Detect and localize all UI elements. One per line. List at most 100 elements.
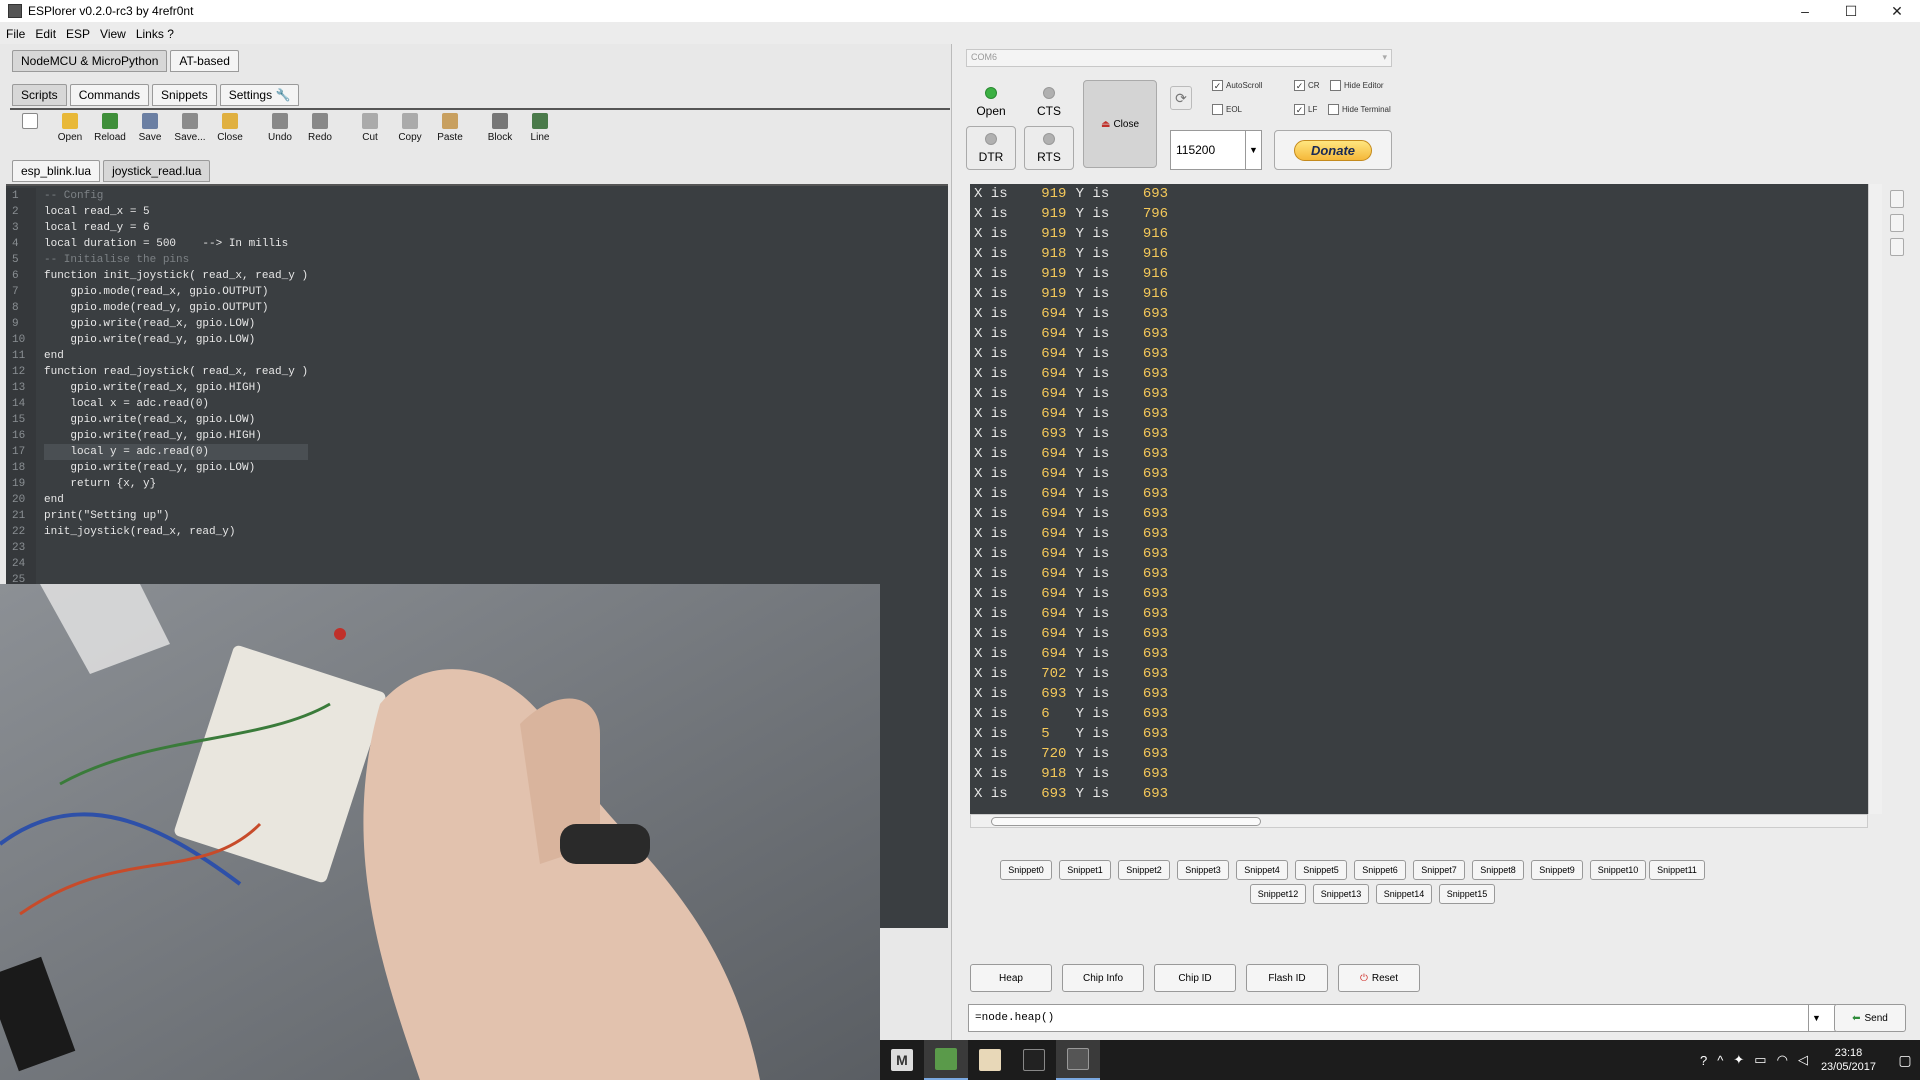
chip-id-button[interactable]: Chip ID <box>1154 964 1236 992</box>
tab-at-based[interactable]: AT-based <box>170 50 239 72</box>
close-port-button[interactable]: ⏏ Close <box>1083 80 1157 168</box>
code-line[interactable]: function init_joystick( read_x, read_y ) <box>44 268 308 284</box>
code-line[interactable]: end <box>44 492 308 508</box>
snippet-button-3[interactable]: Snippet3 <box>1177 860 1229 880</box>
code-line[interactable]: gpio.write(read_x, gpio.LOW) <box>44 412 308 428</box>
menu-view[interactable]: View <box>100 27 126 41</box>
snippet-button-2[interactable]: Snippet2 <box>1118 860 1170 880</box>
com-port-select[interactable]: COM6 ▾ <box>966 49 1392 67</box>
taskbar-app-esplorer[interactable] <box>924 1040 968 1080</box>
code-line[interactable]: function read_joystick( read_x, read_y ) <box>44 364 308 380</box>
baud-rate-select[interactable]: 115200 ▼ <box>1170 130 1262 170</box>
code-line[interactable]: gpio.mode(read_x, gpio.OUTPUT) <box>44 284 308 300</box>
copy-button[interactable]: Copy <box>390 113 430 150</box>
code-line[interactable]: gpio.write(read_x, gpio.LOW) <box>44 316 308 332</box>
side-button-3[interactable] <box>1890 238 1904 256</box>
menu-edit[interactable]: Edit <box>35 27 56 41</box>
close-window-button[interactable]: ✕ <box>1874 0 1920 22</box>
snippet-button-15[interactable]: Snippet15 <box>1439 884 1495 904</box>
block-button[interactable]: Block <box>480 113 520 150</box>
code-line[interactable]: -- Config <box>44 188 308 204</box>
code-line[interactable]: local read_y = 6 <box>44 220 308 236</box>
code-line[interactable]: local x = adc.read(0) <box>44 396 308 412</box>
open-button[interactable]: Open <box>966 80 1016 124</box>
cr-checkbox[interactable]: ✓ CR <box>1294 80 1320 91</box>
snippet-button-7[interactable]: Snippet7 <box>1413 860 1465 880</box>
cut-button[interactable]: Cut <box>350 113 390 150</box>
undo-button[interactable]: Undo <box>260 113 300 150</box>
hide-terminal-checkbox[interactable]: Hide Terminal <box>1328 104 1391 115</box>
taskbar-app-files[interactable] <box>968 1040 1012 1080</box>
code-line[interactable]: end <box>44 348 308 364</box>
tab-commands[interactable]: Commands <box>69 84 150 106</box>
help-icon[interactable]: ? <box>1700 1053 1707 1068</box>
code-line[interactable]: gpio.write(read_y, gpio.LOW) <box>44 332 308 348</box>
autoscroll-checkbox[interactable]: ✓ AutoScroll <box>1212 80 1262 91</box>
tab-settings[interactable]: Settings 🔧 <box>219 84 300 106</box>
snippet-button-13[interactable]: Snippet13 <box>1313 884 1369 904</box>
code-line[interactable]: gpio.mode(read_y, gpio.OUTPUT) <box>44 300 308 316</box>
snippet-button-8[interactable]: Snippet8 <box>1472 860 1524 880</box>
taskbar-app-m[interactable]: M <box>880 1040 924 1080</box>
snippet-button-1[interactable]: Snippet1 <box>1059 860 1111 880</box>
taskbar-app-video[interactable] <box>1056 1040 1100 1080</box>
code-line[interactable]: gpio.write(read_x, gpio.HIGH) <box>44 380 308 396</box>
file-tab-esp-blink[interactable]: esp_blink.lua <box>12 160 101 182</box>
lf-checkbox[interactable]: ✓ LF <box>1294 104 1317 115</box>
chip-info-button[interactable]: Chip Info <box>1062 964 1144 992</box>
code-line[interactable]: -- Initialise the pins <box>44 252 308 268</box>
code-area[interactable]: -- Config local read_x = 5 local read_y = … <box>44 188 309 540</box>
volume-icon[interactable]: ◁ <box>1798 1052 1808 1068</box>
code-line[interactable]: local y = adc.read(0) <box>44 444 309 460</box>
tab-nodemcu[interactable]: NodeMCU & MicroPython <box>12 50 168 72</box>
snippet-button-9[interactable]: Snippet9 <box>1531 860 1583 880</box>
menu-file[interactable]: File <box>6 27 25 41</box>
serial-terminal[interactable]: X is 919 Y is 693 X is 919 Y is 796 X is 9… <box>970 184 1868 814</box>
paste-button[interactable]: Paste <box>430 113 470 150</box>
dropbox-icon[interactable]: ✦ <box>1733 1052 1744 1068</box>
terminal-vertical-scrollbar[interactable] <box>1868 184 1882 814</box>
clock[interactable]: 23:18 23/05/2017 <box>1821 1046 1876 1074</box>
code-line[interactable]: local read_x = 5 <box>44 204 308 220</box>
maximize-button[interactable]: ☐ <box>1828 0 1874 22</box>
dtr-button[interactable]: DTR <box>966 126 1016 170</box>
snippet-button-11[interactable]: Snippet11 <box>1649 860 1705 880</box>
save-button[interactable]: Save <box>130 113 170 150</box>
taskbar-app-terminal[interactable] <box>1012 1040 1056 1080</box>
menu-esp[interactable]: ESP <box>66 27 90 41</box>
code-line[interactable]: local duration = 500 --> In millis <box>44 236 308 252</box>
flash-id-button[interactable]: Flash ID <box>1246 964 1328 992</box>
snippet-button-5[interactable]: Snippet5 <box>1295 860 1347 880</box>
hide-editor-checkbox[interactable]: Hide Editor <box>1330 80 1384 91</box>
line-button[interactable]: Line <box>520 113 560 150</box>
refresh-ports-button[interactable]: ⟳ <box>1170 86 1192 110</box>
snippet-button-6[interactable]: Snippet6 <box>1354 860 1406 880</box>
code-line[interactable]: init_joystick(read_x, read_y) <box>44 524 308 540</box>
snippet-button-4[interactable]: Snippet4 <box>1236 860 1288 880</box>
new-file-button[interactable] <box>10 113 50 150</box>
notification-icon[interactable]: ▢ <box>1890 1052 1920 1069</box>
snippet-button-10[interactable]: Snippet10 <box>1590 860 1646 880</box>
send-button[interactable]: ⬅ Send <box>1834 1004 1906 1032</box>
side-button-1[interactable] <box>1890 190 1904 208</box>
snippet-button-0[interactable]: Snippet0 <box>1000 860 1052 880</box>
menu-links[interactable]: Links ? <box>136 27 174 41</box>
heap-button[interactable]: Heap <box>970 964 1052 992</box>
wifi-icon[interactable]: ◠ <box>1777 1052 1788 1068</box>
tab-scripts[interactable]: Scripts <box>12 84 67 106</box>
file-tab-joystick-read[interactable]: joystick_read.lua <box>103 160 211 182</box>
snippet-button-12[interactable]: Snippet12 <box>1250 884 1306 904</box>
terminal-horizontal-scrollbar[interactable] <box>970 814 1868 828</box>
side-button-2[interactable] <box>1890 214 1904 232</box>
open-button[interactable]: Open <box>50 113 90 150</box>
command-history-dropdown[interactable]: ▼ <box>1808 1004 1824 1032</box>
rts-button[interactable]: RTS <box>1024 126 1074 170</box>
donate-button[interactable]: Donate <box>1274 130 1392 170</box>
scrollbar-thumb[interactable] <box>991 817 1261 826</box>
eol-checkbox[interactable]: EOL <box>1212 104 1242 115</box>
chevron-up-icon[interactable]: ^ <box>1717 1053 1723 1068</box>
minimize-button[interactable]: – <box>1782 0 1828 22</box>
code-line[interactable]: gpio.write(read_y, gpio.LOW) <box>44 460 308 476</box>
battery-icon[interactable]: ▭ <box>1754 1052 1766 1068</box>
command-input[interactable]: =node.heap() <box>968 1004 1836 1032</box>
